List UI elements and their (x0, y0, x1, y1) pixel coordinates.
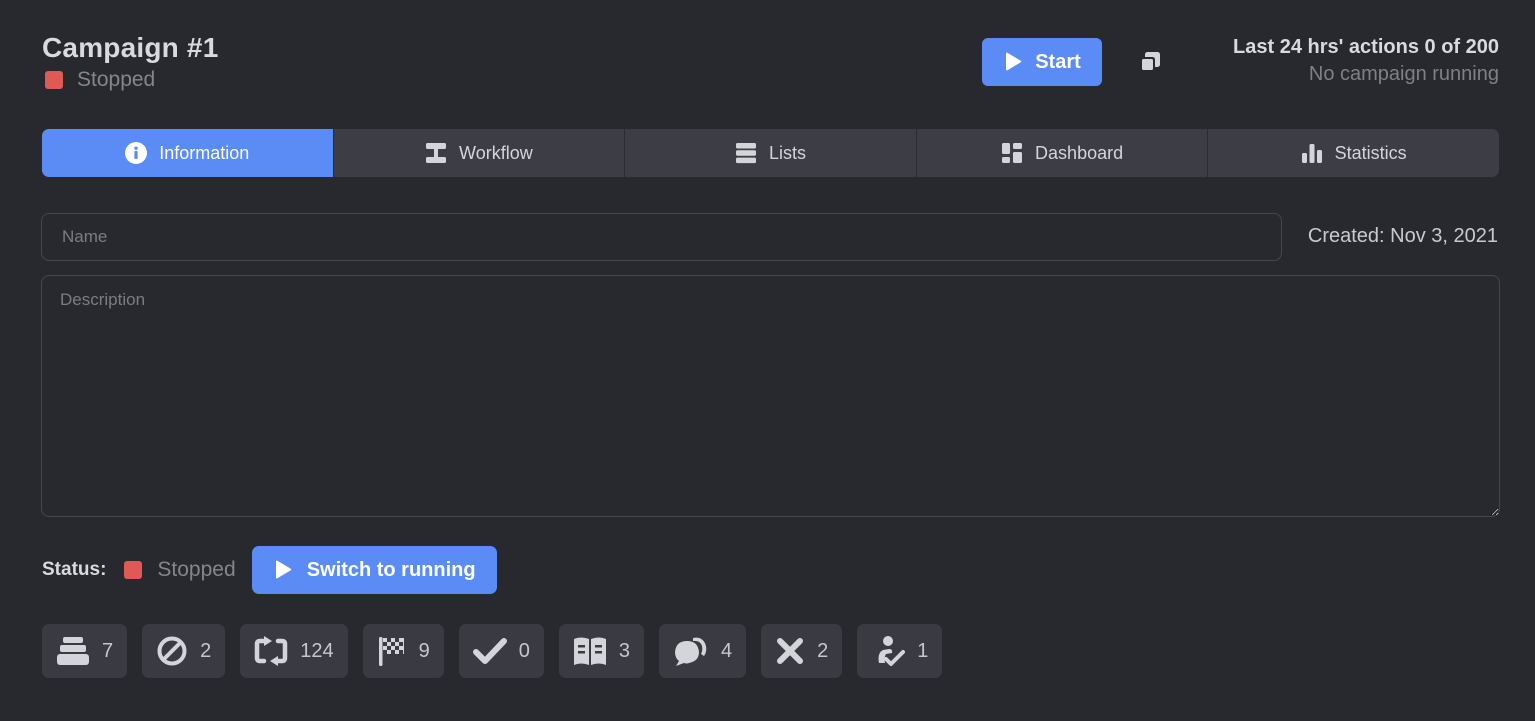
counter-value: 1 (917, 639, 929, 662)
counter-value: 7 (102, 639, 114, 662)
times-icon (777, 638, 804, 664)
list-icon (735, 143, 756, 164)
switch-to-running-button[interactable]: Switch to running (251, 546, 497, 594)
stack-icon (57, 637, 89, 665)
copy-icon (1140, 52, 1160, 72)
counter-value: 9 (418, 639, 430, 662)
counter-badge-stack[interactable]: 7 (42, 624, 128, 678)
actions-summary: Last 24 hrs' actions 0 of 200 No campaig… (1233, 36, 1499, 86)
campaign-tabs: Information Workflow Lists Dashboard Sta… (42, 129, 1499, 177)
tab-label: Workflow (459, 142, 533, 163)
counter-value: 124 (300, 639, 334, 662)
start-button-label: Start (1035, 50, 1081, 73)
tab-label: Lists (768, 142, 806, 163)
play-icon (275, 560, 292, 579)
tab-statistics[interactable]: Statistics (1208, 129, 1499, 177)
counter-value: 3 (618, 639, 630, 662)
campaign-page: Campaign #1 Stopped Start Last 24 hrs' a… (0, 0, 1535, 721)
tab-lists[interactable]: Lists (625, 129, 917, 177)
tab-label: Information (159, 142, 250, 163)
start-button[interactable]: Start (982, 38, 1102, 86)
tab-label: Statistics (1334, 142, 1407, 163)
description-input[interactable] (41, 275, 1500, 517)
counter-badge-flag[interactable]: 9 (362, 624, 444, 678)
page-title: Campaign #1 (42, 32, 219, 63)
created-date: Created: Nov 3, 2021 (1307, 225, 1498, 247)
status-value: Stopped (157, 558, 236, 581)
stopped-indicator (45, 71, 63, 89)
stopped-indicator (124, 561, 143, 579)
daily-actions-count: Last 24 hrs' actions 0 of 200 (1233, 36, 1499, 58)
check-icon (472, 638, 507, 664)
counter-value: 0 (518, 639, 530, 662)
bar-chart-icon (1301, 144, 1322, 163)
checkered-flag-icon (378, 637, 404, 666)
ban-icon (157, 636, 187, 666)
info-icon (125, 142, 148, 164)
counter-badge-sync[interactable]: 124 (240, 624, 348, 678)
tab-dashboard[interactable]: Dashboard (917, 129, 1209, 177)
sync-icon (255, 636, 288, 666)
counter-value: 2 (200, 639, 212, 662)
workflow-icon (426, 143, 447, 163)
tab-workflow[interactable]: Workflow (334, 129, 626, 177)
counter-value: 2 (817, 639, 829, 662)
counter-value: 4 (721, 639, 733, 662)
dashboard-icon (1002, 143, 1023, 163)
counter-badge-ban[interactable]: 2 (142, 624, 226, 678)
counter-badge-book[interactable]: 3 (558, 624, 644, 678)
chat-wave-icon (675, 637, 707, 666)
tab-information[interactable]: Information (42, 129, 334, 177)
counter-badge-chat[interactable]: 4 (659, 624, 747, 678)
campaign-state: Stopped (45, 68, 155, 92)
name-input[interactable] (41, 213, 1282, 261)
campaign-counters: 7 2 124 9 0 3 4 2 1 (42, 624, 943, 678)
counter-badge-check[interactable]: 0 (458, 624, 544, 678)
book-open-icon (573, 637, 606, 665)
switch-button-label: Switch to running (306, 558, 476, 581)
counter-badge-user-check[interactable]: 1 (857, 624, 943, 678)
play-icon (1006, 52, 1022, 71)
status-label: Status: (42, 559, 107, 580)
status-row: Status: Stopped Switch to running (42, 546, 497, 594)
tab-label: Dashboard (1035, 142, 1124, 163)
user-check-icon (878, 636, 906, 666)
duplicate-button[interactable] (1134, 46, 1166, 78)
running-campaign-status: No campaign running (1308, 63, 1499, 85)
campaign-state-text: Stopped (77, 68, 156, 91)
counter-badge-times[interactable]: 2 (761, 624, 843, 678)
